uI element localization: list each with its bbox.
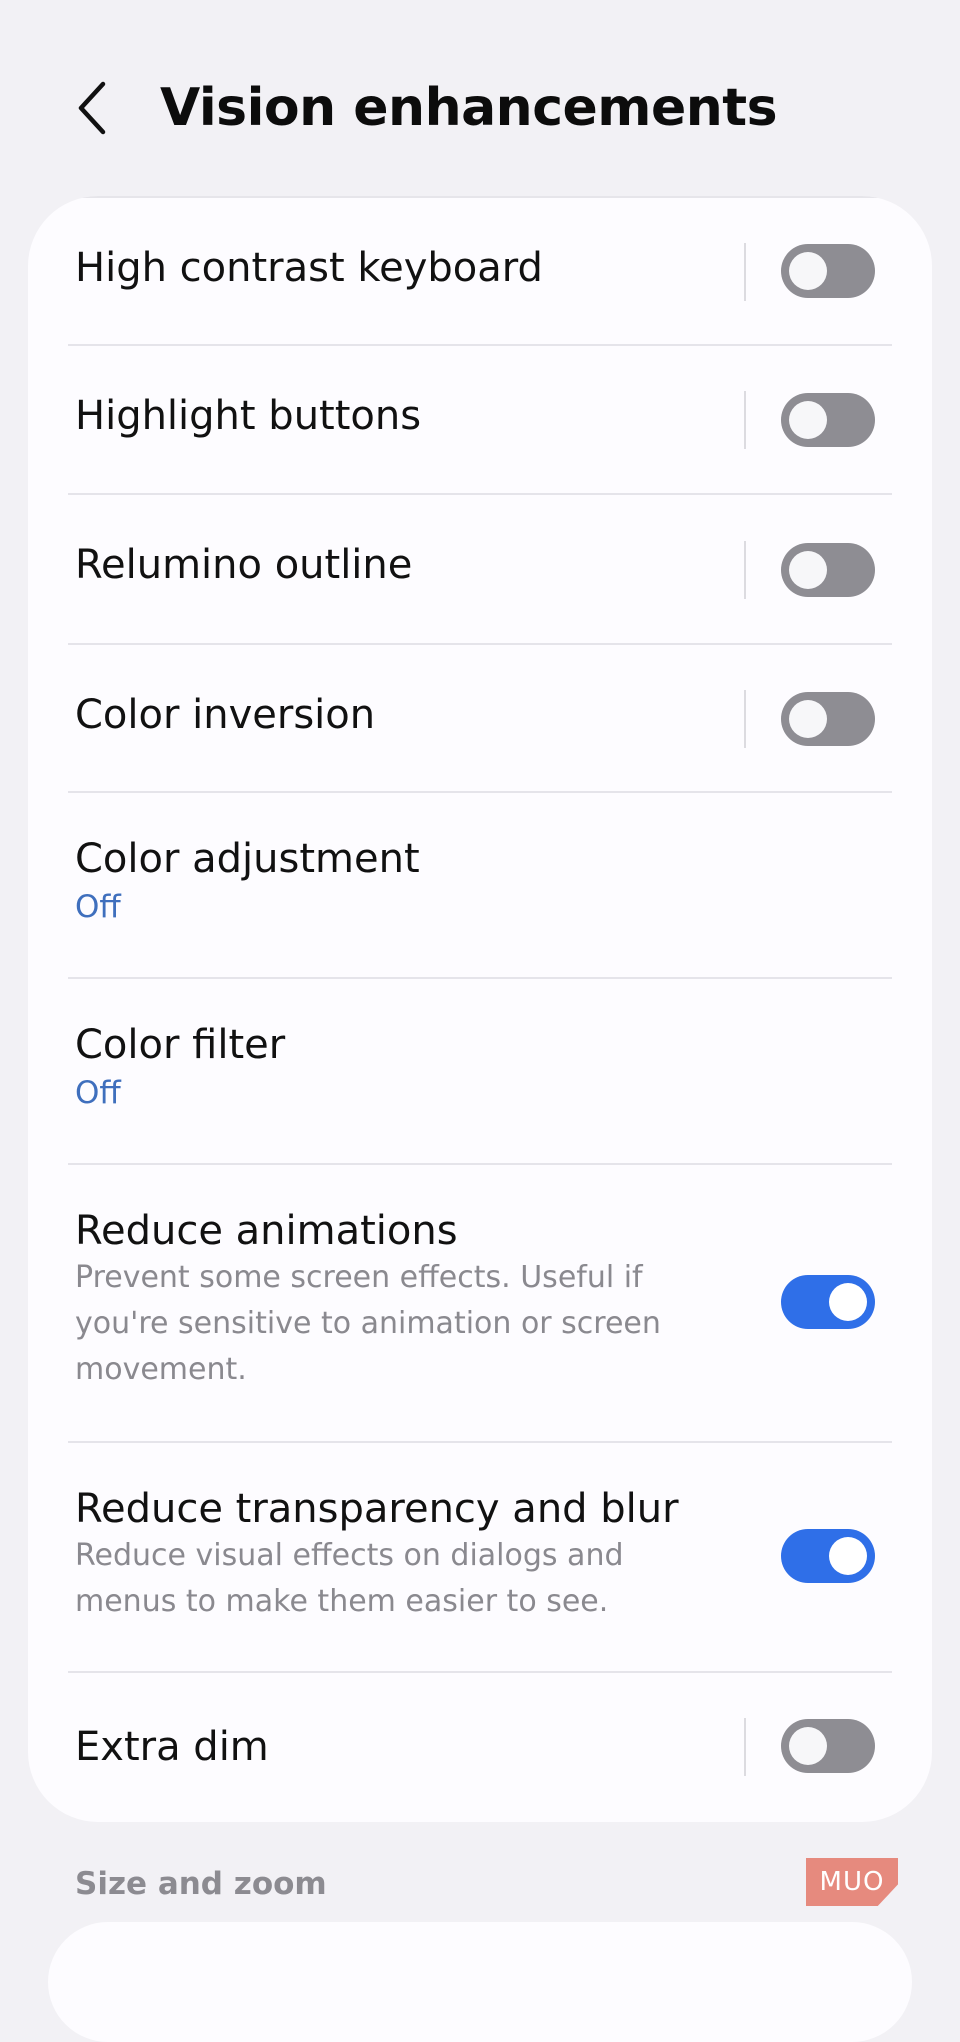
app-header: Vision enhancements xyxy=(0,0,960,196)
setting-title: Reduce animations xyxy=(75,1208,458,1254)
size-and-zoom-card xyxy=(48,1922,912,2042)
setting-color-filter[interactable]: Color filter Off xyxy=(28,979,932,1165)
setting-color-inversion[interactable]: Color inversion xyxy=(28,645,932,793)
toggle-knob xyxy=(789,700,827,738)
color-inversion-toggle[interactable] xyxy=(781,692,875,746)
section-header-size-and-zoom: Size and zoom xyxy=(75,1866,327,1902)
setting-relumino-outline[interactable]: Relumino outline xyxy=(28,495,932,645)
setting-title: Reduce transparency and blur xyxy=(75,1486,679,1532)
toggle-knob xyxy=(789,401,827,439)
setting-status: Off xyxy=(75,889,121,925)
setting-status: Off xyxy=(75,1075,121,1111)
reduce-animations-toggle[interactable] xyxy=(781,1275,875,1329)
setting-title: Relumino outline xyxy=(75,542,413,588)
chevron-left-icon xyxy=(78,81,106,135)
setting-description: Prevent some screen effects. Useful if y… xyxy=(75,1260,661,1387)
toggle-knob xyxy=(789,551,827,589)
muo-watermark-logo: MUO xyxy=(806,1858,898,1906)
high-contrast-keyboard-toggle[interactable] xyxy=(781,244,875,298)
setting-reduce-animations[interactable]: Reduce animations Prevent some screen ef… xyxy=(28,1165,932,1443)
relumino-outline-toggle[interactable] xyxy=(781,543,875,597)
setting-title: High contrast keyboard xyxy=(75,245,543,291)
toggle-separator xyxy=(744,541,746,599)
setting-title: Extra dim xyxy=(75,1724,269,1770)
toggle-separator xyxy=(744,391,746,449)
toggle-knob xyxy=(829,1283,867,1321)
toggle-separator xyxy=(744,690,746,748)
setting-color-adjustment[interactable]: Color adjustment Off xyxy=(28,793,932,979)
setting-title: Color filter xyxy=(75,1022,286,1068)
toggle-separator xyxy=(744,1718,746,1776)
toggle-separator xyxy=(744,243,746,301)
reduce-transparency-toggle[interactable] xyxy=(781,1529,875,1583)
setting-reduce-transparency-blur[interactable]: Reduce transparency and blur Reduce visu… xyxy=(28,1443,932,1673)
toggle-knob xyxy=(789,1727,827,1765)
setting-high-contrast-keyboard[interactable]: High contrast keyboard xyxy=(28,198,932,346)
setting-title: Highlight buttons xyxy=(75,393,422,439)
page-title: Vision enhancements xyxy=(160,78,778,138)
toggle-knob xyxy=(789,252,827,290)
setting-highlight-buttons[interactable]: Highlight buttons xyxy=(28,346,932,495)
highlight-buttons-toggle[interactable] xyxy=(781,393,875,447)
setting-description: Reduce visual effects on dialogs and men… xyxy=(75,1538,624,1619)
setting-title: Color inversion xyxy=(75,692,376,738)
back-button[interactable] xyxy=(62,70,122,146)
setting-extra-dim[interactable]: Extra dim xyxy=(28,1673,932,1822)
vision-settings-card: High contrast keyboard Highlight buttons… xyxy=(28,196,932,1822)
setting-title: Color adjustment xyxy=(75,836,420,882)
toggle-knob xyxy=(829,1537,867,1575)
extra-dim-toggle[interactable] xyxy=(781,1719,875,1773)
